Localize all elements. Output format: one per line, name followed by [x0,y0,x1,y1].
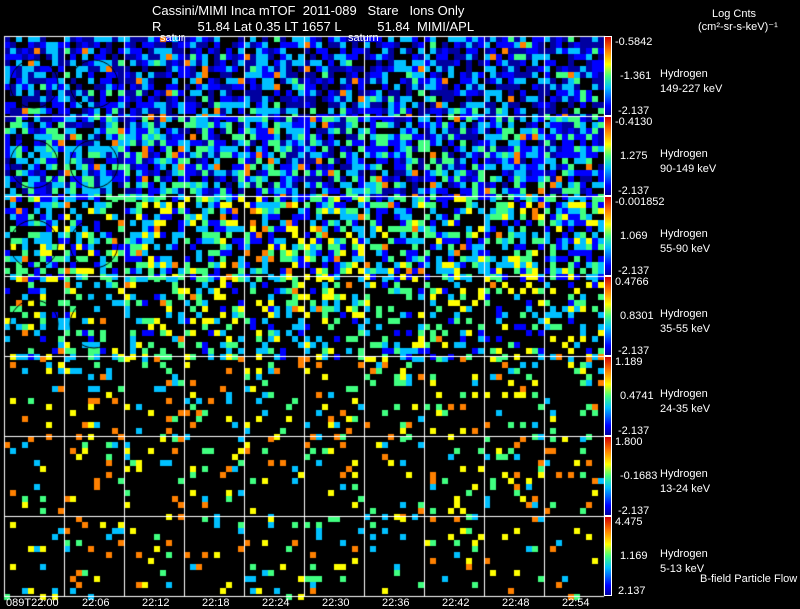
colorbar-mid-label: -1.361 [620,70,652,82]
x-tick-label: 22:24 [262,597,290,609]
x-tick-label: 22:18 [202,597,230,609]
colorbar [604,436,612,516]
colorbar [604,36,612,116]
species-label: Hydrogen [660,388,708,400]
energy-label: 13-24 keV [660,483,711,495]
x-tick-label: 089T22:00 [6,597,59,609]
units-label-2: (cm²-sr-s-keV)⁻¹ [698,21,778,33]
chart-subtitle: R 51.84 Lat 0.35 LT 1657 L 51.84 MIMI/AP… [152,19,475,34]
colorbar-mid-label: 1.069 [620,230,648,242]
colorbar-max-label: 1.800 [615,436,643,448]
x-tick-label: 22:30 [322,597,350,609]
colorbar-max-label: -0.4130 [615,116,653,128]
colorbar-mid-label: 0.4741 [620,390,654,402]
species-label: Hydrogen [660,148,708,160]
colorbar-max-label: -0.001852 [615,196,665,208]
energy-label: 149-227 keV [660,83,723,95]
energy-label: 24-35 keV [660,403,711,415]
colorbar [604,276,612,356]
species-label: Hydrogen [660,228,708,240]
colorbar [604,196,612,276]
colorbar-max-label: 0.4766 [615,276,649,288]
colorbar [604,516,612,596]
species-label: Hydrogen [660,68,708,80]
x-tick-label: 22:36 [382,597,410,609]
x-tick-label: 22:54 [562,597,590,609]
energy-label: 5-13 keV [660,563,705,575]
energy-label: 90-149 keV [660,163,717,175]
colorbar-max-label: 1.189 [615,356,643,368]
colorbar [604,356,612,436]
colorbar-min-label: 2.137 [618,585,646,597]
colorbar-mid-label: 1.169 [620,550,648,562]
marker-saturn: saturn [348,32,379,44]
bfield-legend: B-field Particle Flow [700,573,798,585]
colorbar-max-label: -0.5842 [615,36,653,48]
colorbar-mid-label: 0.8301 [620,310,654,322]
marker-satur: satur [160,32,185,44]
colorbar-max-label: 4.475 [615,516,643,528]
x-tick-label: 22:42 [442,597,470,609]
energy-label: 35-55 keV [660,323,711,335]
species-label: Hydrogen [660,468,708,480]
units-label: Log Cnts [712,8,757,20]
colorbar [604,116,612,196]
colorbar-mid-label: 1.275 [620,150,648,162]
species-label: Hydrogen [660,548,708,560]
x-tick-label: 22:12 [142,597,170,609]
species-label: Hydrogen [660,308,708,320]
energy-label: 55-90 keV [660,243,711,255]
x-tick-label: 22:06 [82,597,110,609]
chart-title: Cassini/MIMI Inca mTOF 2011-089 Stare Io… [152,3,465,18]
x-tick-label: 22:48 [502,597,530,609]
colorbar-mid-label: -0.1683 [620,470,658,482]
